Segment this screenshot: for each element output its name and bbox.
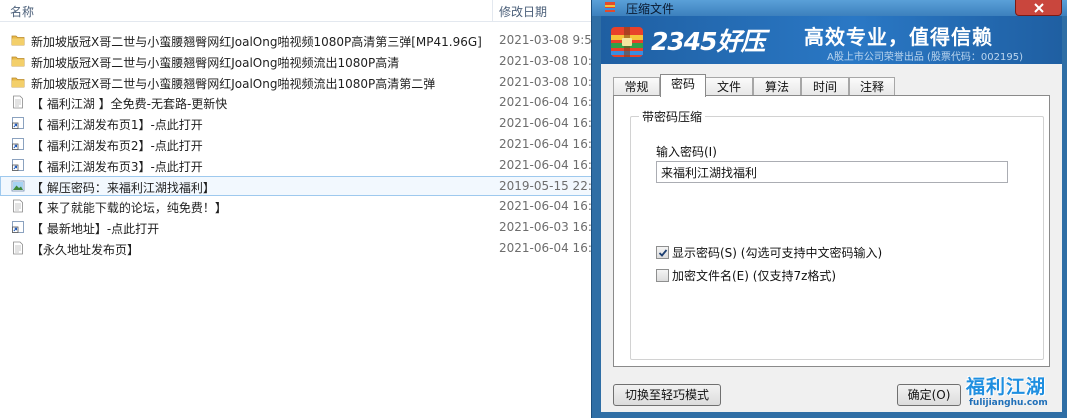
- show-password-row[interactable]: 显示密码(S) (勾选可支持中文密码输入): [656, 244, 882, 260]
- password-label: 输入密码(I): [656, 145, 717, 159]
- title-bar[interactable]: 压缩文件: [592, 0, 1067, 16]
- file-list: 新加坡版冠X哥二世与小蛮腰翘臀网红JoalOng啪视频1080P高清第三弹[MP…: [0, 30, 600, 259]
- file-row[interactable]: 新加坡版冠X哥二世与小蛮腰翘臀网红JoalOng啪视频流出1080P高清第二弹 2…: [0, 72, 600, 93]
- file-row[interactable]: 【 解压密码：来福利江湖找福利】 2019-05-15 22:4: [0, 175, 600, 197]
- file-name: 【 福利江湖 】全免费-无套路-更新快: [31, 97, 228, 112]
- file-date: 2021-06-04 16:0: [499, 157, 600, 172]
- close-icon: [1034, 3, 1044, 13]
- file-row[interactable]: 新加坡版冠X哥二世与小蛮腰翘臀网红JoalOng啪视频流出1080P高清 2021…: [0, 51, 600, 72]
- switch-mode-button[interactable]: 切换至轻巧模式: [613, 384, 721, 406]
- text-file-icon: [11, 95, 25, 109]
- file-date: 2021-06-04 16:0: [499, 199, 600, 214]
- text-file-icon: [11, 199, 25, 213]
- file-row[interactable]: 新加坡版冠X哥二世与小蛮腰翘臀网红JoalOng啪视频1080P高清第三弹[MP…: [0, 30, 600, 51]
- file-name: 【 解压密码：来福利江湖找福利】: [31, 180, 215, 195]
- file-row[interactable]: 【 福利江湖 】全免费-无套路-更新快 2021-06-04 16:0: [0, 92, 600, 113]
- shortcut-icon: [11, 220, 25, 234]
- file-name: 新加坡版冠X哥二世与小蛮腰翘臀网红JoalOng啪视频流出1080P高清第二弹: [31, 76, 436, 91]
- column-separator[interactable]: [492, 0, 493, 22]
- haozip-logo-icon: [609, 24, 645, 60]
- tab-0[interactable]: 常规: [613, 77, 660, 96]
- password-tab-page: 带密码压缩 输入密码(I) 显示密码(S) (勾选可支持中文密码输入) 加密文件…: [613, 95, 1050, 367]
- shortcut-icon: [11, 137, 25, 151]
- file-row[interactable]: 【永久地址发布页】 2021-06-04 16:0: [0, 238, 600, 259]
- file-row[interactable]: 【 福利江湖发布页3】-点此打开 2021-06-04 16:0: [0, 155, 600, 176]
- brand-banner: 2345好压 高效专业，值得信赖 A股上市公司荣誉出品 (股票代码：002195…: [601, 16, 1062, 64]
- encrypt-names-row[interactable]: 加密文件名(E) (仅支持7z格式): [656, 267, 836, 283]
- compress-dialog: 压缩文件 2345好压 高效专业，值得信赖 A股上市公司荣誉出品 (股票代码：0…: [591, 0, 1067, 418]
- image-file-icon: [11, 179, 25, 193]
- watermark-url: fulijianghu.com: [969, 398, 1048, 408]
- file-name: 新加坡版冠X哥二世与小蛮腰翘臀网红JoalOng啪视频流出1080P高清: [31, 55, 400, 70]
- file-name: 【 福利江湖发布页3】-点此打开: [31, 159, 203, 174]
- folder-icon: [11, 54, 25, 68]
- file-name: 【 福利江湖发布页1】-点此打开: [31, 118, 203, 133]
- file-name: 新加坡版冠X哥二世与小蛮腰翘臀网红JoalOng啪视频1080P高清第三弹[MP…: [31, 35, 482, 49]
- folder-icon: [11, 33, 25, 47]
- close-button[interactable]: [1015, 0, 1062, 16]
- tab-2[interactable]: 文件: [705, 77, 753, 96]
- banner-subtitle: A股上市公司荣誉出品 (股票代码：002195): [827, 52, 1023, 63]
- check-icon: [658, 248, 668, 257]
- settings-panel: 常规密码文件算法时间注释 带密码压缩 输入密码(I) 显示密码(S) (勾选可支…: [601, 64, 1062, 412]
- tab-4[interactable]: 时间: [801, 77, 849, 96]
- tab-1[interactable]: 密码: [660, 74, 706, 97]
- watermark: 福利江湖 fulijianghu.com: [966, 372, 1060, 416]
- file-date: 2021-06-04 16:0: [499, 95, 600, 110]
- banner-slogan: 高效专业，值得信赖: [804, 25, 993, 49]
- file-name: 【永久地址发布页】: [31, 242, 140, 257]
- ok-button[interactable]: 确定(O): [897, 384, 961, 406]
- group-title: 带密码压缩: [639, 108, 706, 125]
- password-input[interactable]: [656, 161, 1008, 183]
- text-file-icon: [11, 241, 25, 255]
- file-date: 2021-03-08 9:57: [499, 33, 600, 47]
- show-password-label: 显示密码(S) (勾选可支持中文密码输入): [672, 245, 883, 260]
- file-date: 2021-06-04 16:0: [499, 240, 600, 255]
- show-password-checkbox[interactable]: [656, 245, 669, 259]
- file-explorer: 名称 修改日期 新加坡版冠X哥二世与小蛮腰翘臀网红JoalOng啪视频1080P…: [0, 0, 600, 418]
- file-date: 2021-06-03 16:1: [499, 220, 600, 235]
- file-row[interactable]: 【 来了就能下载的论坛，纯免费！】 2021-06-04 16:0: [0, 196, 600, 217]
- file-date: 2019-05-15 22:4: [499, 178, 600, 193]
- shortcut-icon: [11, 116, 25, 130]
- file-date: 2021-06-04 16:0: [499, 136, 600, 151]
- file-date: 2021-03-08 10:1: [499, 74, 600, 89]
- encrypt-filenames-label: 加密文件名(E) (仅支持7z格式): [672, 268, 837, 283]
- file-row[interactable]: 【 福利江湖发布页1】-点此打开 2021-06-04 16:0: [0, 113, 600, 134]
- list-header: 名称 修改日期: [0, 0, 600, 22]
- encrypt-filenames-checkbox[interactable]: [656, 268, 669, 282]
- window-title: 压缩文件: [626, 2, 675, 16]
- tab-5[interactable]: 注释: [849, 77, 895, 96]
- file-date: 2021-06-04 16:0: [499, 116, 600, 131]
- file-date: 2021-03-08 10:0: [499, 53, 600, 68]
- file-name: 【 福利江湖发布页2】-点此打开: [31, 138, 203, 153]
- watermark-text: 福利江湖: [966, 376, 1047, 398]
- tab-3[interactable]: 算法: [753, 77, 801, 96]
- file-name: 【 最新地址】-点此打开: [31, 222, 160, 237]
- file-row[interactable]: 【 最新地址】-点此打开 2021-06-03 16:1: [0, 217, 600, 238]
- banner-brand: 2345好压: [651, 27, 766, 56]
- folder-icon: [11, 75, 25, 89]
- column-header-name[interactable]: 名称: [10, 3, 34, 20]
- app-icon: [604, 1, 616, 13]
- file-row[interactable]: 【 福利江湖发布页2】-点此打开 2021-06-04 16:0: [0, 134, 600, 155]
- shortcut-icon: [11, 158, 25, 172]
- column-header-date[interactable]: 修改日期: [499, 3, 547, 20]
- file-name: 【 来了就能下载的论坛，纯免费！】: [31, 201, 227, 216]
